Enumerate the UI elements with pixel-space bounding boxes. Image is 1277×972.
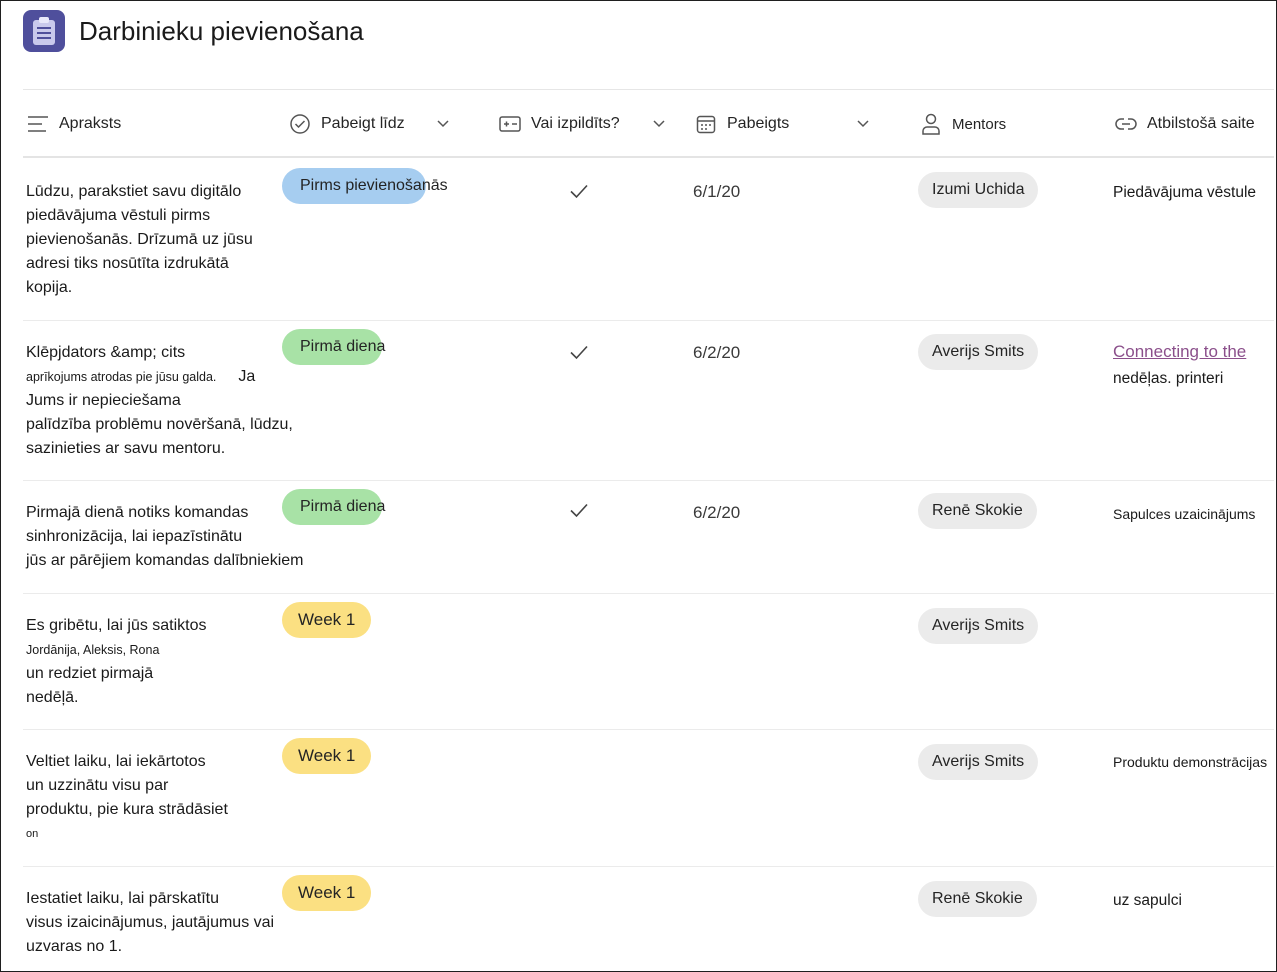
- link-text[interactable]: Produktu demonstrācijas: [1113, 754, 1267, 770]
- tag-pill[interactable]: Week 1: [282, 875, 372, 911]
- checkmark-icon: [568, 499, 590, 521]
- mentor-chip[interactable]: Averijs Smits: [918, 608, 1039, 644]
- list-grid: Apraksts Pabeigt līdz Vai izpildīts? Pab…: [23, 89, 1274, 972]
- list-row[interactable]: Klēpjdators &amp; cits aprīkojums atroda…: [23, 321, 1274, 481]
- column-header-completed[interactable]: Pabeigts: [695, 90, 869, 158]
- mentor-chip[interactable]: Averijs Smits: [918, 334, 1039, 370]
- tag-pill[interactable]: Pirms pievienošanās: [282, 168, 448, 204]
- link-text[interactable]: Sapulces uzaicinājums: [1113, 506, 1255, 522]
- link-text: nedēļas. printeri: [1113, 370, 1224, 387]
- completed-date: 6/2/20: [693, 503, 741, 522]
- check-circle-icon: [289, 113, 311, 135]
- link-icon: [1115, 113, 1137, 135]
- checkmark-icon: [568, 180, 590, 202]
- link-text[interactable]: uz sapulci: [1113, 892, 1182, 910]
- description-text: Iestatiet laiku, lai pārskatītu visus iz…: [26, 890, 275, 955]
- description-text: Pirmajā dienā notiks komandas sinhronizā…: [26, 504, 304, 569]
- completed-date: 6/1/20: [693, 182, 741, 201]
- tag-pill[interactable]: Week 1: [282, 738, 372, 774]
- column-label: Pabeigt līdz: [321, 115, 405, 132]
- column-header-row: Apraksts Pabeigt līdz Vai izpildīts? Pab…: [23, 90, 1274, 158]
- mentor-chip[interactable]: Renē Skokie: [918, 881, 1037, 917]
- column-header-link[interactable]: Atbilstošā saite: [1115, 90, 1255, 158]
- column-header-done[interactable]: Vai izpildīts?: [499, 90, 665, 158]
- chevron-down-icon[interactable]: [653, 120, 665, 128]
- calendar-icon: [695, 113, 717, 135]
- description-text: Lūdzu, parakstiet savu digitālo piedāvāj…: [26, 183, 253, 296]
- checkmark-icon: [568, 341, 590, 363]
- mentor-chip[interactable]: Averijs Smits: [918, 744, 1039, 780]
- page-title: Darbinieku pievienošana: [79, 15, 364, 46]
- tag-pill[interactable]: Pirmā diena: [282, 329, 385, 365]
- list-row[interactable]: Es gribētu, lai jūs satiktos Jordānija, …: [23, 594, 1274, 730]
- description-text: Es gribētu, lai jūs satiktos Jordānija, …: [26, 617, 207, 706]
- column-label: Pabeigts: [727, 115, 790, 132]
- column-label: Apraksts: [59, 115, 122, 132]
- tag-pill[interactable]: Pirmā diena: [282, 489, 385, 525]
- yes-no-icon: [499, 113, 521, 135]
- column-label: Mentors: [952, 115, 1007, 133]
- column-label: Atbilstošā saite: [1147, 115, 1255, 132]
- app-header: Darbinieku pievienošana: [23, 9, 364, 53]
- person-icon: [920, 113, 942, 135]
- column-header-mentor[interactable]: Mentors: [920, 90, 1006, 158]
- list-row[interactable]: Veltiet laiku, lai iekārtotos un uzzināt…: [23, 730, 1274, 867]
- tag-pill[interactable]: Week 1: [282, 602, 372, 638]
- link-text[interactable]: Piedāvājuma vēstule: [1113, 184, 1256, 202]
- window-frame: Darbinieku pievienošana Apraksts Pabeigt…: [0, 0, 1277, 972]
- list-row[interactable]: Lūdzu, parakstiet savu digitālo piedāvāj…: [23, 160, 1274, 321]
- list-row[interactable]: Pirmajā dienā notiks komandas sinhronizā…: [23, 481, 1274, 594]
- column-label: Vai izpildīts?: [531, 115, 620, 132]
- column-header-description[interactable]: Apraksts: [27, 90, 121, 158]
- column-header-due[interactable]: Pabeigt līdz: [289, 90, 449, 158]
- description-text: Veltiet laiku, lai iekārtotos un uzzināt…: [26, 753, 228, 840]
- clipboard-icon: [23, 10, 65, 52]
- hyperlink[interactable]: Connecting to the: [1113, 342, 1246, 362]
- description-text: Klēpjdators &amp; cits aprīkojums atroda…: [26, 344, 293, 457]
- list-row[interactable]: Iestatiet laiku, lai pārskatītu visus iz…: [23, 867, 1274, 972]
- mentor-chip[interactable]: Izumi Uchida: [918, 172, 1039, 208]
- mentor-chip[interactable]: Renē Skokie: [918, 493, 1037, 529]
- completed-date: 6/2/20: [693, 343, 741, 362]
- text-lines-icon: [27, 113, 49, 135]
- chevron-down-icon[interactable]: [437, 120, 449, 128]
- chevron-down-icon[interactable]: [857, 120, 869, 128]
